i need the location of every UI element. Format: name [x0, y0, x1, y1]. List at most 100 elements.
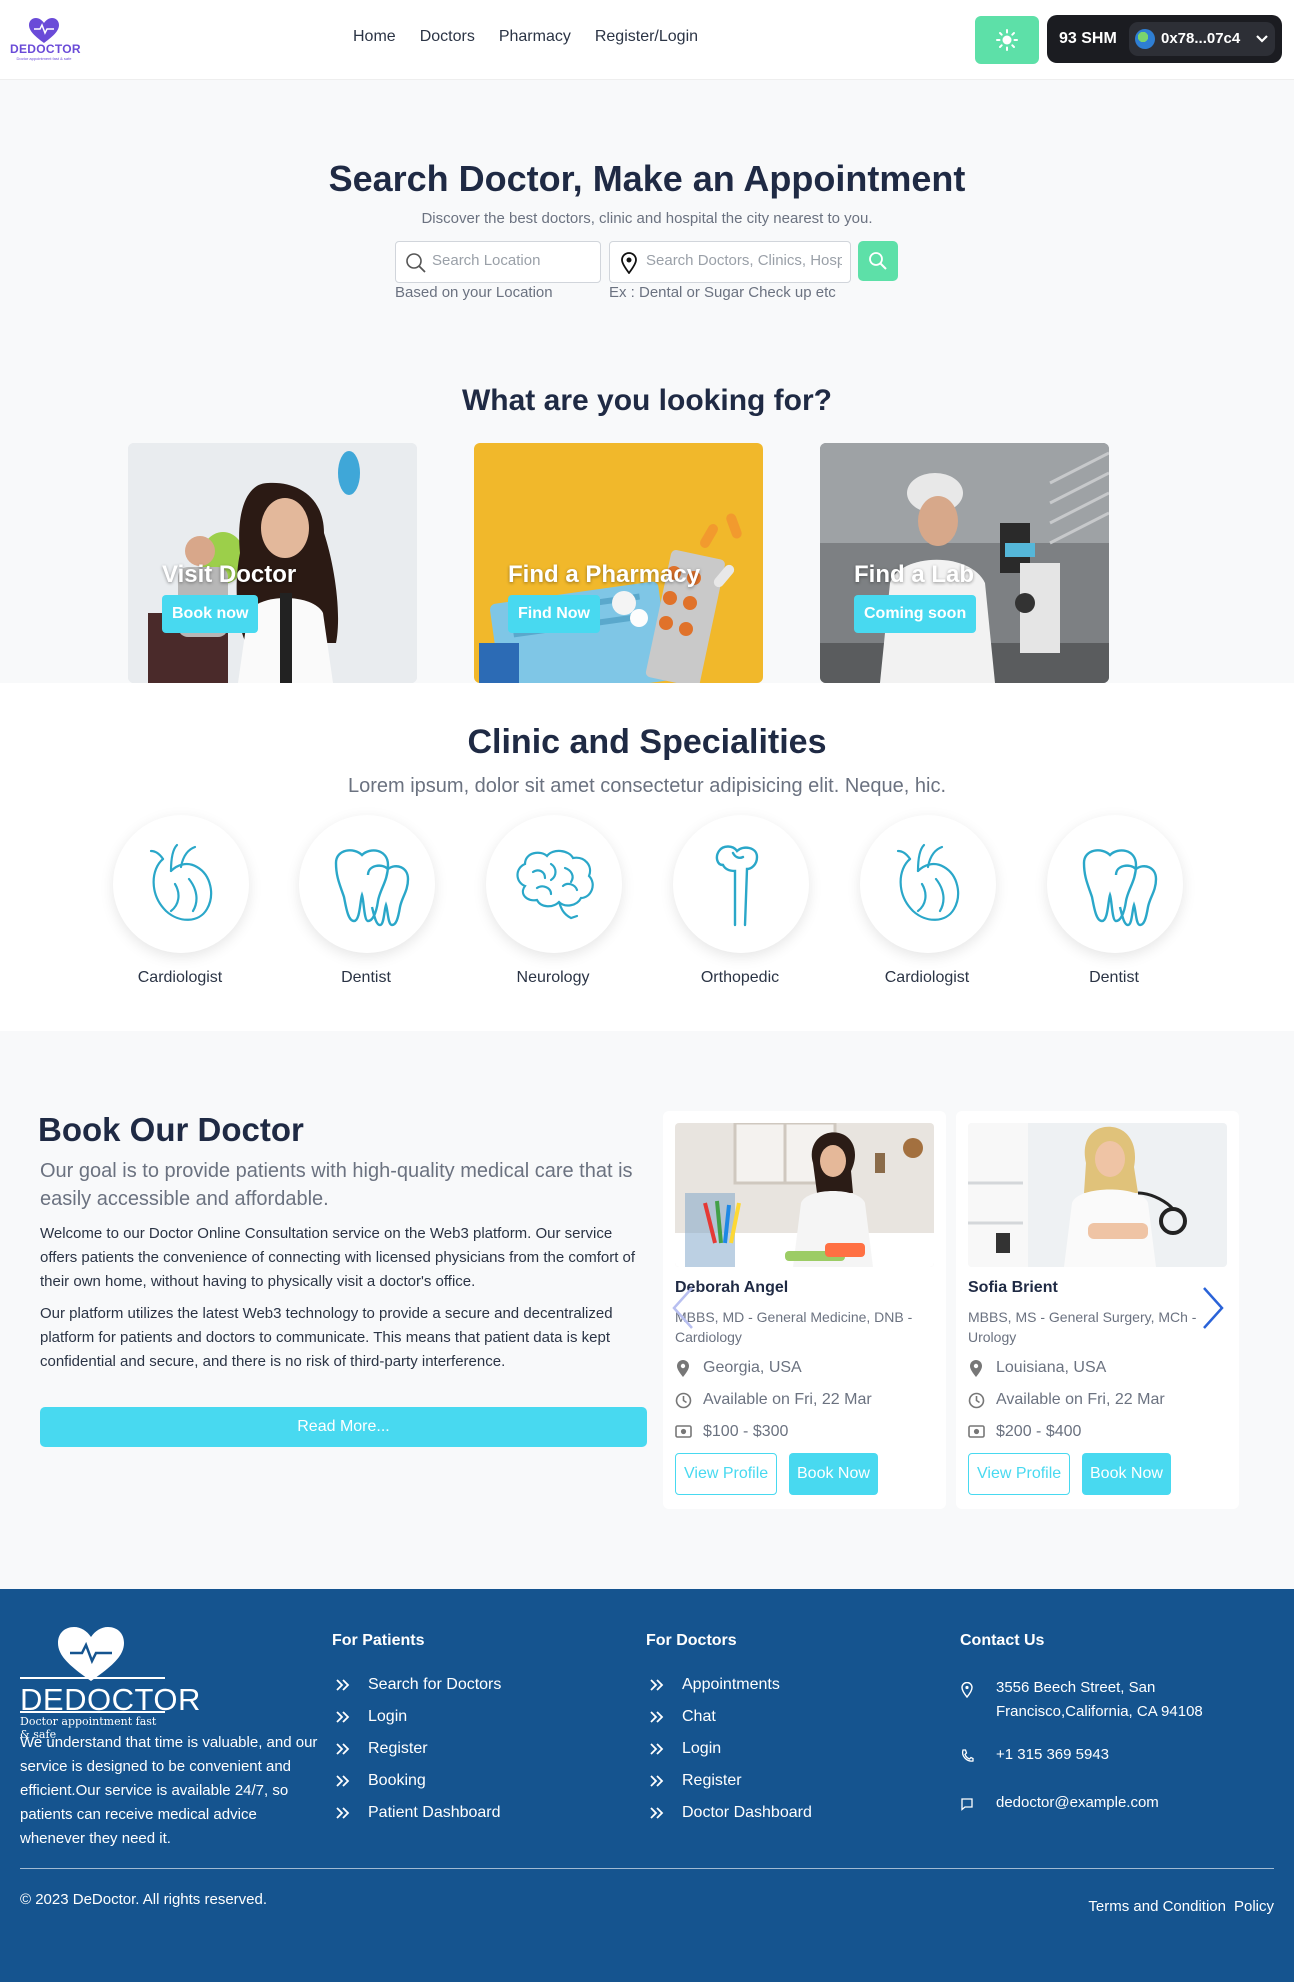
doctor-search-hint: Ex : Dental or Sugar Check up etc: [609, 284, 836, 301]
network-globe-icon: [1135, 29, 1155, 49]
chevron-down-icon: [1256, 35, 1268, 43]
double-chevron-right-icon: [650, 1711, 664, 1723]
doctor-card: Sofia Brient MBBS, MS - General Surgery,…: [956, 1111, 1239, 1509]
location-hint: Based on your Location: [395, 284, 553, 301]
main-nav: Home Doctors Pharmacy Register/Login: [353, 28, 698, 46]
search-button[interactable]: [858, 241, 898, 281]
policy-link[interactable]: Policy: [1234, 1898, 1274, 1915]
header: DEDOCTOR Doctor appointment fast & safe …: [0, 0, 1294, 80]
map-marker-icon: [970, 1360, 982, 1377]
chat-bubble-icon: [961, 1798, 973, 1811]
chevron-left-icon[interactable]: [672, 1286, 694, 1330]
brain-icon: [516, 849, 594, 920]
hero-subtitle: Discover the best doctors, clinic and ho…: [421, 210, 873, 227]
double-chevron-right-icon: [650, 1679, 664, 1691]
phone-icon: [961, 1749, 974, 1762]
bone-icon: [715, 845, 759, 927]
location-search-field[interactable]: [395, 241, 601, 283]
card-title: Find a Lab: [854, 561, 974, 588]
speciality-label: Neurology: [516, 969, 590, 986]
specialities-subtitle: Lorem ipsum, dolor sit amet consectetur …: [347, 775, 947, 797]
clock-icon: [675, 1392, 692, 1409]
theme-toggle-button[interactable]: [975, 16, 1039, 64]
read-more-button[interactable]: Read More...: [40, 1407, 647, 1447]
coming-soon-button[interactable]: Coming soon: [854, 595, 977, 633]
for-doctors-title: For Doctors: [646, 1632, 737, 1649]
doctor-search-field[interactable]: [609, 241, 851, 283]
money-icon: [968, 1425, 985, 1438]
visit-doctor-card[interactable]: Visit Doctor Book now: [128, 443, 417, 683]
hero-section: Search Doctor, Make an Appointment Disco…: [0, 80, 1294, 683]
double-chevron-right-icon: [336, 1775, 350, 1787]
heart-logo-icon: [58, 1627, 124, 1681]
logo[interactable]: DEDOCTOR Doctor appointment fast & safe: [10, 18, 81, 62]
for-patients-title: For Patients: [332, 1632, 425, 1649]
nav-doctors[interactable]: Doctors: [420, 28, 475, 46]
double-chevron-right-icon: [336, 1807, 350, 1819]
contact-email[interactable]: dedoctor@example.com: [960, 1791, 1260, 1815]
book-now-button[interactable]: Book Now: [1082, 1453, 1171, 1495]
footer-about: We understand that time is valuable, and…: [20, 1734, 318, 1847]
nav-register-login[interactable]: Register/Login: [595, 28, 698, 46]
nav-home[interactable]: Home: [353, 28, 396, 46]
contact-us-title: Contact Us: [960, 1632, 1045, 1649]
contact-address: 3556 Beech Street, San Francisco,Califor…: [960, 1676, 1260, 1726]
nav-pharmacy[interactable]: Pharmacy: [499, 28, 571, 46]
footer-divider: [20, 1868, 1274, 1869]
terms-link[interactable]: Terms and Condition: [1088, 1898, 1226, 1915]
doctor-search-input[interactable]: [646, 252, 842, 269]
speciality-label: Dentist: [341, 969, 391, 986]
heart-organ-icon: [149, 843, 213, 921]
wallet-account[interactable]: 0x78...07c4: [1129, 22, 1275, 56]
tooth-icon: [334, 849, 410, 927]
looking-for-title: What are you looking for?: [461, 384, 832, 417]
doctor-photo[interactable]: [675, 1123, 934, 1267]
footer-logo[interactable]: DEDOCTOR Doctor appointment fast & safe: [20, 1627, 200, 1741]
book-paragraph-1: Welcome to our Doctor Online Consultatio…: [40, 1225, 636, 1290]
wallet-address: 0x78...07c4: [1161, 30, 1241, 47]
doctor-name[interactable]: Sofia Brient: [968, 1279, 1058, 1297]
double-chevron-right-icon: [650, 1775, 664, 1787]
logo-name: DEDOCTOR: [10, 42, 81, 56]
double-chevron-right-icon: [336, 1743, 350, 1755]
book-doctor-section: Book Our Doctor Our goal is to provide p…: [0, 1031, 1294, 1589]
footer: DEDOCTOR Doctor appointment fast & safe …: [0, 1589, 1294, 1982]
map-marker-icon: [961, 1682, 973, 1698]
map-marker-icon: [677, 1360, 689, 1377]
footer-legal-links: Terms and Condition Policy: [1088, 1898, 1274, 1915]
card-title: Find a Pharmacy: [508, 561, 701, 588]
double-chevron-right-icon: [336, 1711, 350, 1723]
find-lab-card[interactable]: Find a Lab Coming soon: [820, 443, 1109, 683]
tooth-icon: [1082, 849, 1158, 927]
wallet-button[interactable]: 93 SHM 0x78...07c4: [1047, 15, 1282, 63]
money-icon: [675, 1425, 692, 1438]
book-title: Book Our Doctor: [38, 1111, 304, 1148]
speciality-label: Cardiologist: [137, 969, 223, 986]
book-paragraph-2: Our platform utilizes the latest Web3 te…: [40, 1305, 613, 1370]
double-chevron-right-icon: [336, 1679, 350, 1691]
location-input[interactable]: [432, 252, 592, 269]
view-profile-button[interactable]: View Profile: [968, 1453, 1071, 1495]
doctor-card: Deborah Angel MBBS, MD - General Medicin…: [663, 1111, 946, 1509]
heart-logo-icon: [29, 18, 59, 43]
book-lead: Our goal is to provide patients with hig…: [40, 1160, 633, 1210]
find-pharmacy-card[interactable]: Find a Pharmacy Find Now: [474, 443, 763, 683]
find-now-button[interactable]: Find Now: [508, 595, 600, 633]
double-chevron-right-icon: [650, 1743, 664, 1755]
book-now-button[interactable]: Book Now: [789, 1453, 878, 1495]
doctor-photo[interactable]: [968, 1123, 1227, 1267]
chevron-right-icon[interactable]: [1202, 1286, 1224, 1330]
wallet-balance: 93 SHM: [1059, 30, 1117, 47]
specialities-title: Clinic and Specialities: [467, 723, 827, 761]
doctor-qualification: MBBS, MD - General Medicine, DNB - Cardi…: [675, 1309, 913, 1345]
logo-tagline: Doctor appointment fast & safe: [16, 56, 72, 61]
search-icon: [406, 253, 426, 273]
map-pin-icon: [621, 252, 637, 274]
book-now-button[interactable]: Book now: [162, 595, 259, 633]
view-profile-button[interactable]: View Profile: [675, 1453, 778, 1495]
speciality-label: Cardiologist: [884, 969, 970, 986]
speciality-label: Orthopedic: [700, 969, 780, 986]
search-icon: [869, 252, 887, 270]
doctor-qualification: MBBS, MS - General Surgery, MCh - Urolog…: [968, 1309, 1197, 1345]
contact-phone[interactable]: +1 315 369 5943: [960, 1743, 1260, 1767]
